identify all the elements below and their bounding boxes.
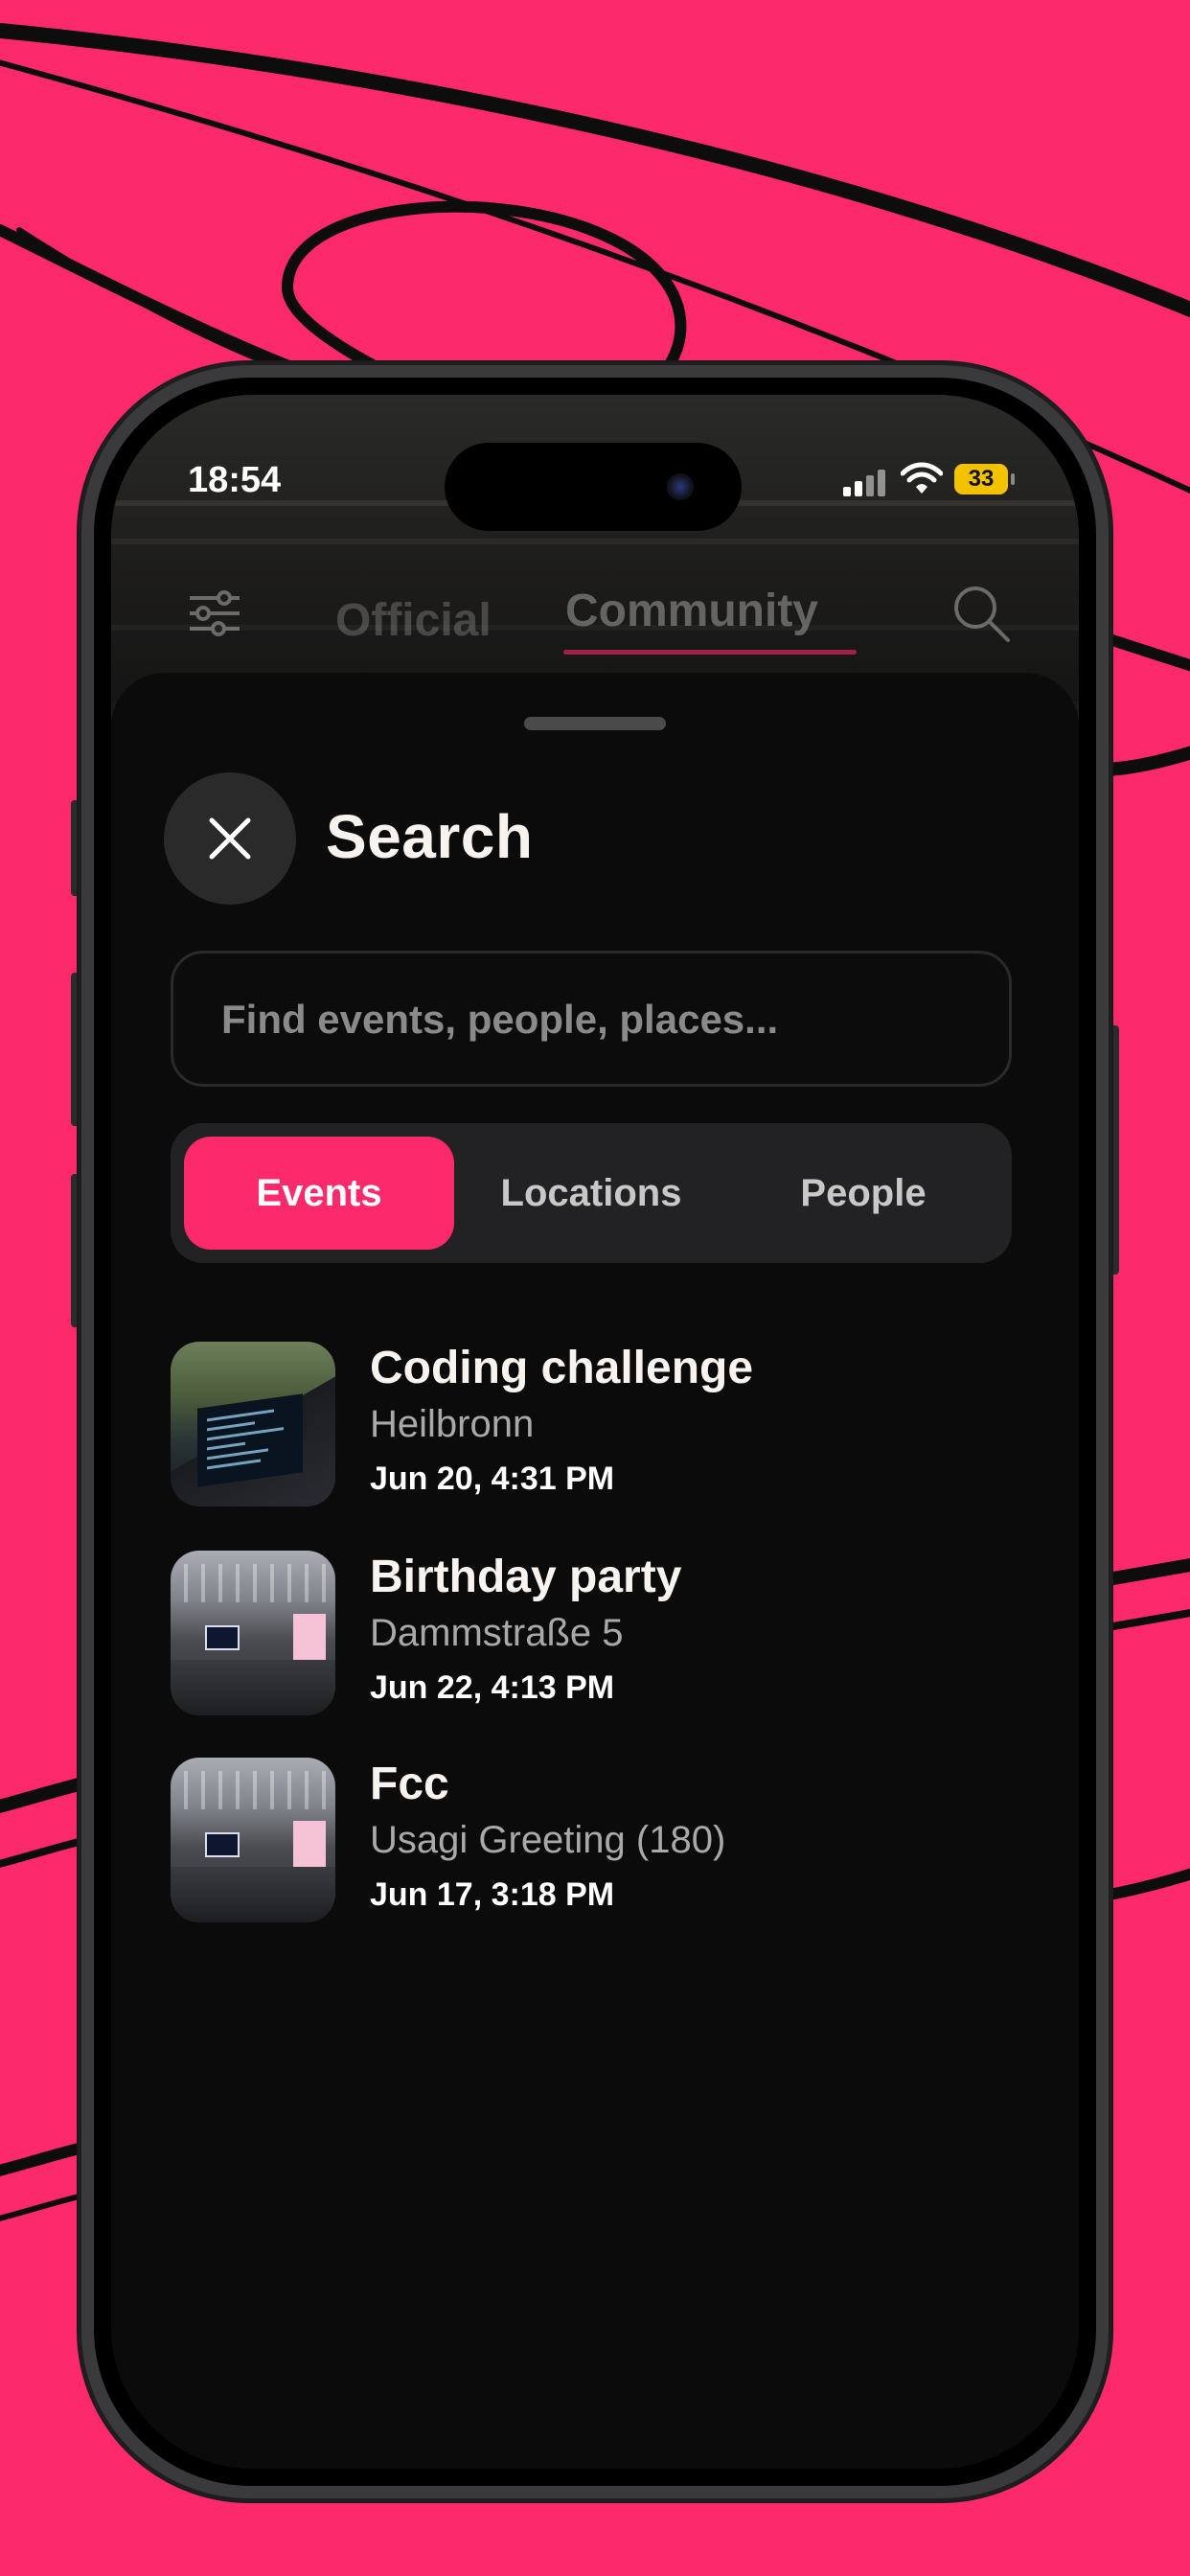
tab-official[interactable]: Official: [335, 594, 492, 647]
status-indicators: 33: [843, 462, 1015, 496]
sheet-grabber[interactable]: [524, 717, 666, 730]
close-button[interactable]: [164, 772, 296, 905]
event-date: Jun 20, 4:31 PM: [370, 1460, 615, 1497]
tab-active-indicator: [563, 650, 857, 655]
battery-icon: 33: [954, 464, 1015, 494]
search-sheet: Search Events Locations People: [111, 673, 1079, 2469]
search-category-selector: Events Locations People: [171, 1123, 1012, 1263]
list-item[interactable]: Fcc Usagi Greeting (180) Jun 17, 3:18 PM: [171, 1758, 1012, 1926]
status-time: 18:54: [188, 460, 282, 500]
phone-frame: 18:54 33 Official Community Search Find …: [79, 362, 1111, 2501]
search-input[interactable]: [219, 954, 990, 1086]
segment-locations[interactable]: Locations: [456, 1137, 726, 1250]
page-title: Search: [326, 802, 534, 871]
event-thumbnail: [171, 1551, 335, 1715]
wifi-icon: [901, 462, 943, 494]
event-title: Fcc: [370, 1759, 449, 1809]
event-location: Dammstraße 5: [370, 1612, 624, 1654]
camera-icon: [667, 473, 694, 500]
event-date: Jun 17, 3:18 PM: [370, 1876, 615, 1913]
event-title: Coding challenge: [370, 1343, 754, 1393]
tab-community[interactable]: Community: [565, 585, 818, 637]
search-icon[interactable]: [950, 583, 1012, 644]
top-navigation: Official Community: [111, 567, 1079, 655]
filter-icon[interactable]: [188, 590, 241, 636]
event-thumbnail: [171, 1342, 335, 1506]
event-date: Jun 22, 4:13 PM: [370, 1669, 615, 1706]
segment-events[interactable]: Events: [184, 1137, 454, 1250]
list-item[interactable]: Coding challenge Heilbronn Jun 20, 4:31 …: [171, 1342, 1012, 1510]
event-title: Birthday party: [370, 1552, 682, 1602]
event-thumbnail: [171, 1758, 335, 1922]
cellular-signal-icon: [843, 468, 887, 496]
event-location: Usagi Greeting (180): [370, 1819, 726, 1861]
phone-screen: 18:54 33 Official Community Search Find …: [111, 395, 1079, 2469]
segment-people[interactable]: People: [728, 1137, 998, 1250]
search-field[interactable]: [171, 951, 1012, 1087]
close-icon: [209, 817, 251, 860]
event-location: Heilbronn: [370, 1403, 535, 1445]
dynamic-island: [445, 443, 742, 531]
app-header-background: [111, 395, 1079, 702]
list-item[interactable]: Birthday party Dammstraße 5 Jun 22, 4:13…: [171, 1551, 1012, 1719]
